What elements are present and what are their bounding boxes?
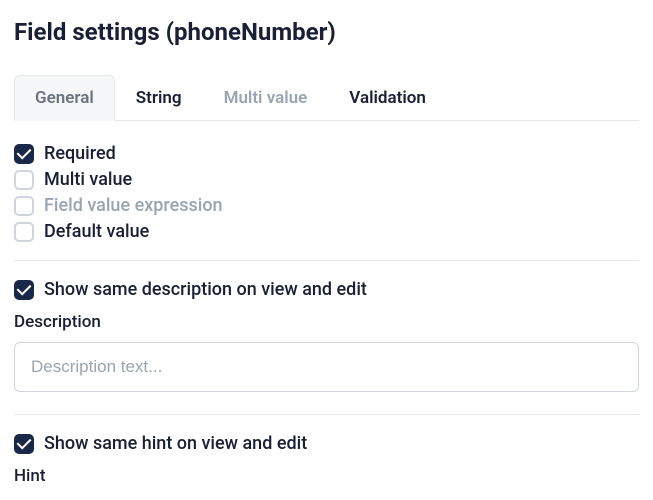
checkbox-multi-value[interactable] — [14, 170, 34, 190]
checkbox-default-value[interactable] — [14, 222, 34, 242]
option-field-expression-row[interactable]: Field value expression — [14, 195, 639, 216]
tab-multi-value[interactable]: Multi value — [203, 75, 329, 121]
tab-string[interactable]: String — [115, 75, 203, 121]
checkbox-show-same-hint[interactable] — [14, 434, 34, 454]
checkbox-field-expression[interactable] — [14, 196, 34, 216]
options-group: Required Multi value Field value express… — [14, 143, 639, 242]
tab-validation[interactable]: Validation — [328, 75, 447, 121]
description-label: Description — [14, 312, 639, 332]
page-title: Field settings (phoneNumber) — [14, 18, 639, 46]
divider — [14, 414, 639, 415]
hint-label: Hint — [14, 466, 639, 486]
label-show-same-description: Show same description on view and edit — [44, 279, 367, 300]
option-multi-value-row[interactable]: Multi value — [14, 169, 639, 190]
show-same-description-row[interactable]: Show same description on view and edit — [14, 279, 639, 300]
divider — [14, 260, 639, 261]
label-show-same-hint: Show same hint on view and edit — [44, 433, 307, 454]
label-required: Required — [44, 143, 116, 164]
label-default-value: Default value — [44, 221, 149, 242]
label-field-expression: Field value expression — [44, 195, 223, 216]
checkbox-show-same-description[interactable] — [14, 280, 34, 300]
tab-general[interactable]: General — [14, 75, 115, 121]
show-same-hint-row[interactable]: Show same hint on view and edit — [14, 433, 639, 454]
description-input[interactable] — [14, 342, 639, 392]
option-required-row[interactable]: Required — [14, 143, 639, 164]
tabs-bar: General String Multi value Validation — [14, 74, 639, 121]
label-multi-value: Multi value — [44, 169, 132, 190]
option-default-value-row[interactable]: Default value — [14, 221, 639, 242]
checkbox-required[interactable] — [14, 144, 34, 164]
